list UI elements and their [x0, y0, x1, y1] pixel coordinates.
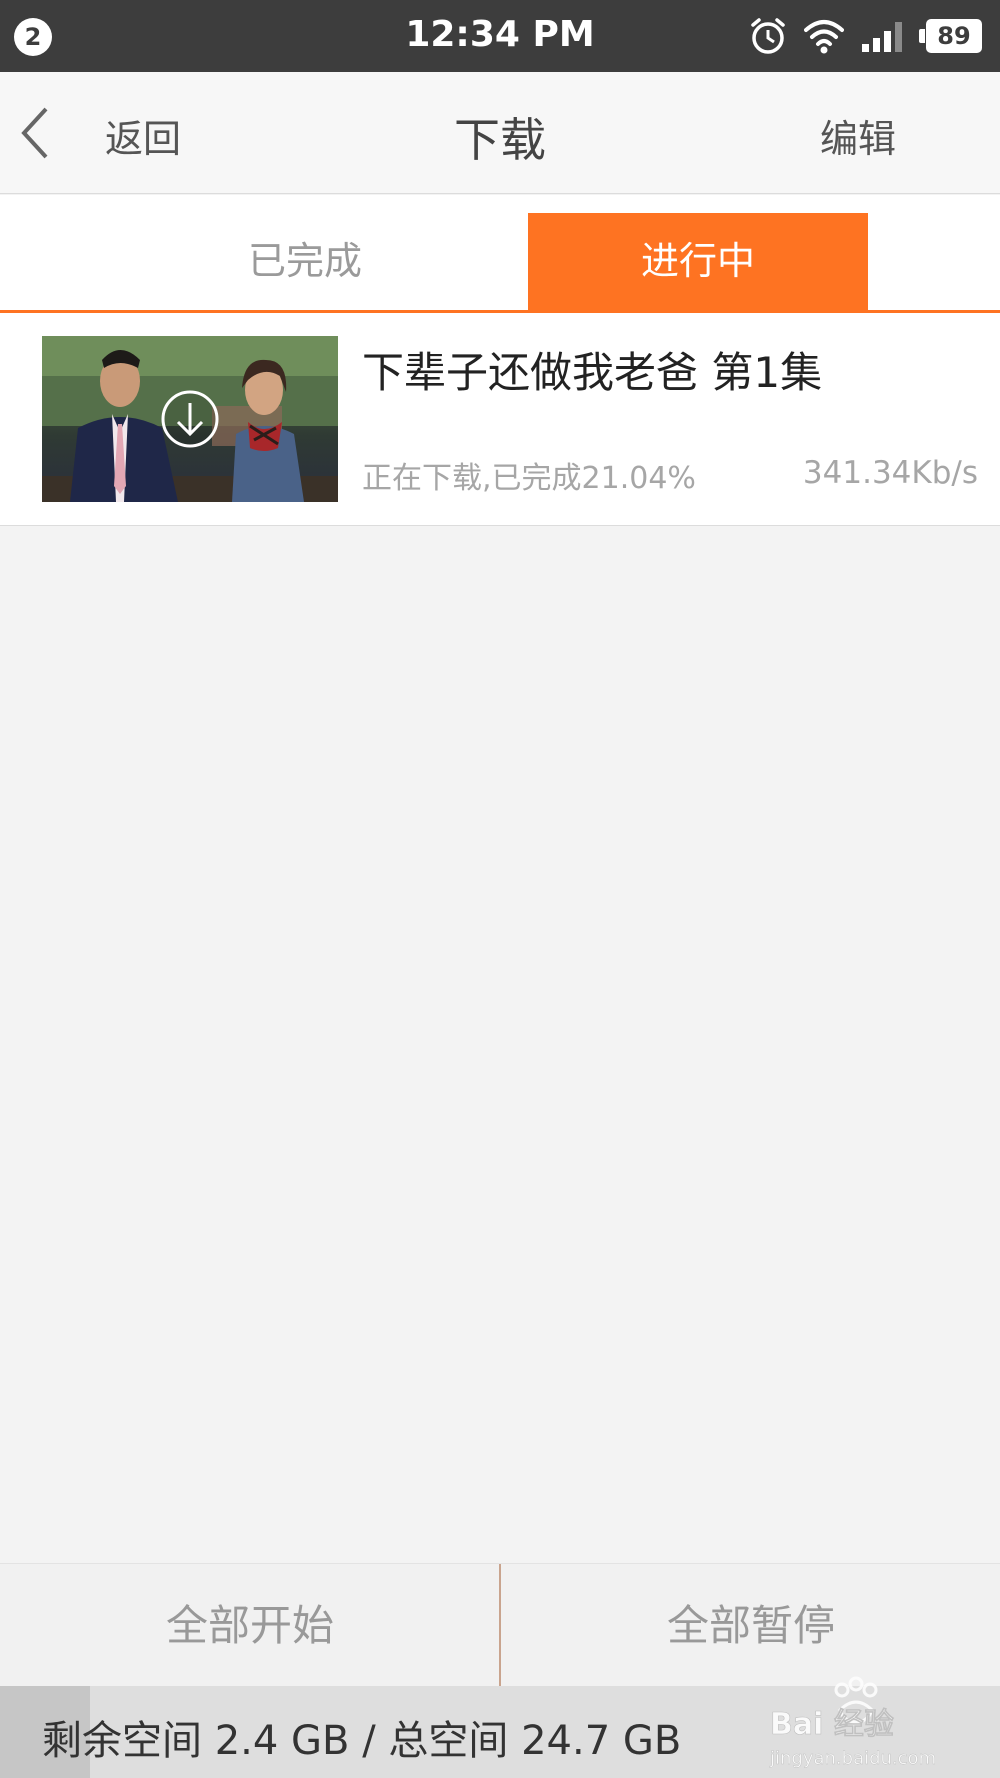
- signal-icon: [862, 22, 902, 52]
- baidu-jingyan-watermark: Bai 经验 jingyan.baidu.com: [769, 1676, 936, 1769]
- video-title: 下辈子还做我老爸 第1集: [362, 348, 823, 397]
- status-icons: 89: [748, 14, 982, 58]
- storage-text: 剩余空间 2.4 GB / 总空间 24.7 GB: [42, 1718, 682, 1764]
- pause-all-button[interactable]: 全部暂停: [501, 1564, 1000, 1687]
- tab-completed[interactable]: 已完成: [150, 213, 460, 310]
- download-screen: 2 12:34 PM 89 返回 下载 编辑 已完成 进行中 下辈子还做我老爸 …: [0, 0, 1000, 1778]
- download-icon[interactable]: [160, 389, 220, 449]
- download-status: 正在下载,已完成21.04%: [362, 461, 696, 496]
- nav-bar: 返回 下载 编辑: [0, 72, 1000, 194]
- download-list-item[interactable]: 下辈子还做我老爸 第1集 正在下载,已完成21.04% 341.34Kb/s: [0, 313, 1000, 526]
- svg-text:jingyan.baidu.com: jingyan.baidu.com: [769, 1748, 936, 1769]
- start-all-button[interactable]: 全部开始: [0, 1564, 500, 1687]
- edit-button[interactable]: 编辑: [820, 108, 896, 163]
- status-bar: 2 12:34 PM 89: [0, 0, 1000, 72]
- download-speed: 341.34Kb/s: [802, 455, 978, 491]
- alarm-icon: [751, 18, 785, 54]
- svg-text:Bai 经验: Bai 经验: [770, 1707, 894, 1742]
- video-thumbnail[interactable]: [42, 336, 338, 502]
- download-tabs: 已完成 进行中: [0, 195, 1000, 313]
- wifi-icon: [804, 20, 844, 54]
- battery-icon: 89: [919, 19, 982, 53]
- bottom-actions: 全部开始 全部暂停: [0, 1563, 1000, 1687]
- tab-in-progress[interactable]: 进行中: [528, 213, 868, 310]
